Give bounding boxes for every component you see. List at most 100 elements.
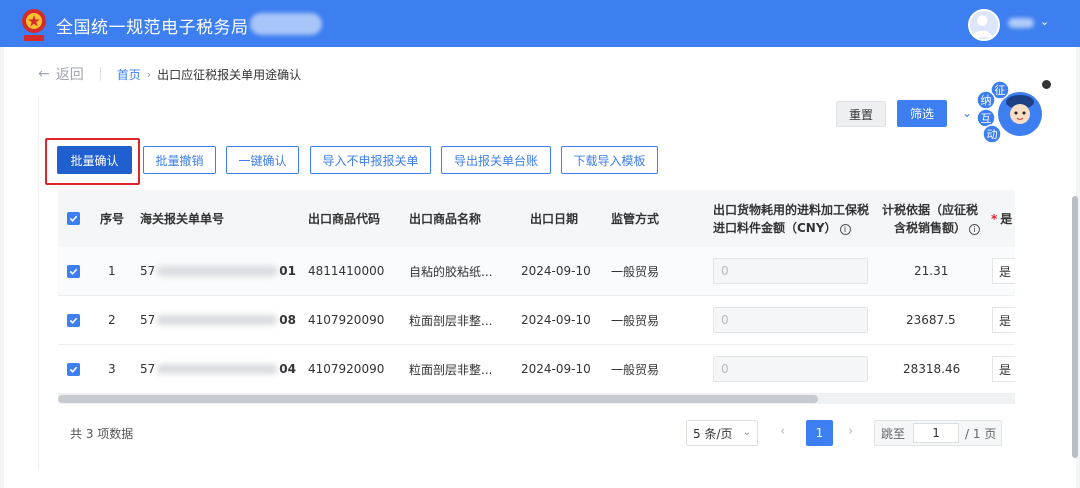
row-checkbox[interactable] bbox=[67, 247, 80, 295]
cell-is[interactable]: 是 bbox=[992, 247, 1015, 295]
download-template-button[interactable]: 下载导入模板 bbox=[561, 146, 658, 174]
material-amount-input: 0 bbox=[713, 307, 868, 333]
total-count: 共 3 项数据 bbox=[70, 427, 134, 441]
header-is: * 是 bbox=[991, 211, 1013, 226]
cell-export-date: 2024-09-10 bbox=[521, 313, 591, 327]
svg-text:动: 动 bbox=[987, 128, 998, 141]
export-ledger-button[interactable]: 导出报关单台账 bbox=[441, 146, 551, 174]
info-icon[interactable]: i bbox=[969, 224, 981, 235]
cell-seq: 1 bbox=[108, 264, 116, 278]
arrow-left-icon: ← bbox=[38, 66, 50, 82]
table-row[interactable]: 2 57 08 4107920090 粒面剖层非整... 2024-09-10 一… bbox=[58, 296, 1015, 345]
page-jump: 跳至 1 / 1 页 bbox=[874, 420, 1002, 446]
is-select[interactable]: 是 bbox=[992, 356, 1015, 382]
cell-customs-no: 57 01 bbox=[140, 264, 296, 278]
cell-supervision: 一般贸易 bbox=[611, 313, 660, 328]
mascot-icon[interactable]: 征 纳 互 动 bbox=[972, 78, 1046, 148]
import-undeclared-button[interactable]: 导入不申报报关单 bbox=[310, 146, 431, 174]
header-tax-basis-line1: 计税依据（应征税 bbox=[882, 202, 979, 217]
batch-revoke-button[interactable]: 批量撤销 bbox=[143, 146, 216, 174]
header-export-date: 出口日期 bbox=[530, 211, 579, 226]
cell-seq: 2 bbox=[108, 313, 116, 327]
chevron-down-icon[interactable]: ⌄ bbox=[1040, 15, 1049, 28]
top-header: 全国统一规范电子税务局 ⌄ bbox=[0, 0, 1080, 47]
breadcrumb-home[interactable]: 首页 bbox=[117, 66, 141, 83]
cell-goods-code: 4107920090 bbox=[308, 313, 385, 327]
header-goods-code: 出口商品代码 bbox=[308, 211, 381, 226]
cell-is[interactable]: 是 bbox=[992, 296, 1015, 344]
header-material-amount-line1: 出口货物耗用的进料加工保税 bbox=[713, 202, 870, 217]
next-page-button[interactable]: › bbox=[848, 424, 853, 439]
info-icon[interactable]: i bbox=[839, 224, 851, 235]
required-mark: * bbox=[991, 211, 998, 226]
user-name[interactable] bbox=[1008, 18, 1034, 28]
page-number-current[interactable]: 1 bbox=[806, 420, 833, 446]
svg-text:纳: 纳 bbox=[981, 94, 992, 107]
breadcrumb: ← 返回 首页 › 出口应征税报关单用途确认 bbox=[38, 62, 301, 86]
header-tax-basis-line2: 含税销售额） i bbox=[882, 219, 981, 237]
prev-page-button[interactable]: ‹ bbox=[780, 424, 785, 439]
header-supervision: 监管方式 bbox=[611, 211, 660, 226]
check-icon bbox=[69, 268, 78, 275]
one-click-confirm-button[interactable]: 一键确认 bbox=[226, 146, 299, 174]
header-material-amount-line2: 进口料件金额（CNY） i bbox=[713, 219, 851, 237]
cell-goods-code: 4811410000 bbox=[308, 264, 385, 278]
scrollbar-thumb[interactable] bbox=[58, 395, 818, 403]
material-amount-input: 0 bbox=[713, 258, 868, 284]
cell-material-amount: 0 bbox=[713, 345, 868, 393]
is-select[interactable]: 是 bbox=[992, 258, 1015, 284]
cell-tax-basis: 28318.46 bbox=[903, 362, 961, 376]
table-row[interactable]: 1 57 01 4811410000 自粘的胶粘纸... 2024-09-10 一… bbox=[58, 247, 1015, 296]
svg-text:征: 征 bbox=[995, 84, 1006, 97]
cell-material-amount: 0 bbox=[713, 247, 868, 295]
back-button[interactable]: ← 返回 bbox=[38, 64, 84, 84]
chevron-right-icon: › bbox=[146, 67, 152, 81]
table-header: 序号 海关报关单单号 出口商品代码 出口商品名称 出口日期 监管方式 出口货物耗… bbox=[58, 190, 1015, 247]
cell-supervision: 一般贸易 bbox=[611, 264, 660, 279]
cell-goods-name[interactable]: 自粘的胶粘纸... bbox=[409, 247, 492, 295]
cell-supervision: 一般贸易 bbox=[611, 362, 660, 377]
user-avatar[interactable] bbox=[968, 9, 1000, 41]
chevron-down-icon: ⌄ bbox=[742, 427, 751, 438]
page-size-select[interactable]: 5 条/页 ⌄ bbox=[686, 420, 758, 446]
select-all-checkbox[interactable] bbox=[67, 190, 80, 247]
cell-export-date: 2024-09-10 bbox=[521, 264, 591, 278]
is-select[interactable]: 是 bbox=[992, 307, 1015, 333]
cell-material-amount: 0 bbox=[713, 296, 868, 344]
declarations-table: 序号 海关报关单单号 出口商品代码 出口商品名称 出口日期 监管方式 出口货物耗… bbox=[58, 190, 1015, 402]
check-icon bbox=[69, 317, 78, 324]
header-customs-no: 海关报关单单号 bbox=[140, 211, 225, 226]
page-size-value: 5 条/页 bbox=[693, 426, 733, 441]
cell-goods-name[interactable]: 粒面剖层非整... bbox=[409, 296, 492, 344]
divider bbox=[99, 67, 101, 81]
close-dot-icon[interactable] bbox=[1042, 80, 1051, 89]
header-material-amount: 出口货物耗用的进料加工保税 进口料件金额（CNY） i bbox=[713, 190, 869, 247]
table-row[interactable]: 3 57 04 4107920090 粒面剖层非整... 2024-09-10 一… bbox=[58, 345, 1015, 394]
reset-button[interactable]: 重置 bbox=[836, 101, 886, 127]
total-pages: / 1 页 bbox=[965, 426, 997, 441]
cell-customs-no: 57 04 bbox=[140, 362, 296, 376]
row-checkbox[interactable] bbox=[67, 296, 80, 344]
chevron-down-icon[interactable]: ⌄ bbox=[962, 106, 972, 120]
check-icon bbox=[69, 215, 78, 222]
cell-export-date: 2024-09-10 bbox=[521, 362, 591, 376]
vertical-scrollbar[interactable] bbox=[1072, 196, 1078, 458]
material-amount-input: 0 bbox=[713, 356, 868, 382]
row-checkbox[interactable] bbox=[67, 345, 80, 393]
jump-input[interactable]: 1 bbox=[913, 423, 960, 443]
cell-is[interactable]: 是 bbox=[992, 345, 1015, 393]
header-seq: 序号 bbox=[100, 211, 125, 226]
header-tax-basis: 计税依据（应征税 含税销售额） i bbox=[882, 190, 981, 247]
svg-text:互: 互 bbox=[981, 112, 992, 125]
app-title: 全国统一规范电子税务局 bbox=[56, 18, 249, 38]
region-badge[interactable] bbox=[250, 13, 322, 35]
cell-goods-name[interactable]: 粒面剖层非整... bbox=[409, 345, 492, 393]
jump-label: 跳至 bbox=[881, 426, 906, 441]
horizontal-scrollbar[interactable] bbox=[58, 394, 1015, 404]
cell-goods-code: 4107920090 bbox=[308, 362, 385, 376]
filter-button[interactable]: 筛选 bbox=[897, 100, 947, 127]
highlight-annotation bbox=[45, 138, 140, 185]
breadcrumb-current: 出口应征税报关单用途确认 bbox=[157, 67, 302, 82]
cell-customs-no: 57 08 bbox=[140, 313, 296, 327]
cell-seq: 3 bbox=[108, 362, 116, 376]
